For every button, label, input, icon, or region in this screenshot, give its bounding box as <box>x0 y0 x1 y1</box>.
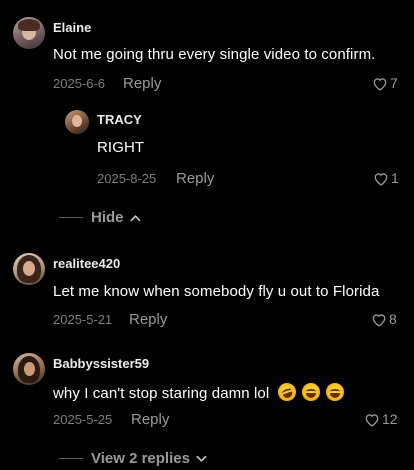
comment-text: RIGHT <box>97 139 145 156</box>
thread-toggle-label: Hide <box>91 209 124 226</box>
comment-date: 2025-8-25 <box>97 171 157 186</box>
avatar[interactable] <box>13 353 45 385</box>
like-count: 8 <box>389 311 397 327</box>
avatar[interactable] <box>13 17 45 49</box>
like-count: 1 <box>391 170 399 186</box>
comments-feed: Elaine Not me going thru every single vi… <box>0 0 414 470</box>
view-replies-button[interactable]: View 2 replies <box>59 450 207 467</box>
heart-outline-icon <box>372 313 386 327</box>
comment-text: Not me going thru every single video to … <box>53 46 376 63</box>
thread-toggle-label: View 2 replies <box>91 450 190 467</box>
username[interactable]: TRACY <box>97 112 142 127</box>
heart-outline-icon <box>373 77 387 91</box>
reply-button[interactable]: Reply <box>123 75 161 92</box>
joy-emoji <box>326 383 345 401</box>
thread-line <box>59 217 83 218</box>
heart-outline-icon <box>365 413 379 427</box>
joy-emoji <box>301 383 320 401</box>
like-button[interactable]: 12 <box>364 411 398 427</box>
avatar[interactable] <box>65 110 89 134</box>
like-count: 12 <box>382 411 398 427</box>
username[interactable]: Elaine <box>53 20 91 35</box>
reply-button[interactable]: Reply <box>131 411 169 428</box>
chevron-up-icon <box>130 214 140 221</box>
heart-outline-icon <box>374 172 388 185</box>
comment-text: why I can't stop staring damn lol <box>53 380 345 404</box>
reply-button[interactable]: Reply <box>129 311 167 328</box>
username[interactable]: Babbyssister59 <box>53 356 149 371</box>
chevron-down-icon <box>196 455 207 462</box>
rofl-emoji <box>275 380 299 404</box>
thread-line <box>59 458 83 459</box>
like-button[interactable]: 1 <box>373 170 399 186</box>
avatar[interactable] <box>13 253 45 285</box>
comment-date: 2025-5-25 <box>53 412 113 427</box>
comment-text: Let me know when somebody fly u out to F… <box>53 283 380 300</box>
username[interactable]: realitee420 <box>53 256 120 271</box>
like-count: 7 <box>390 75 398 91</box>
reply-button[interactable]: Reply <box>176 170 214 187</box>
like-button[interactable]: 7 <box>372 75 398 91</box>
comment-text-content: why I can't stop staring damn lol <box>53 385 270 402</box>
hide-replies-button[interactable]: Hide <box>59 209 141 226</box>
comment-date: 2025-6-6 <box>53 76 106 91</box>
comment-date: 2025-5-21 <box>53 312 113 327</box>
like-button[interactable]: 8 <box>371 311 397 327</box>
